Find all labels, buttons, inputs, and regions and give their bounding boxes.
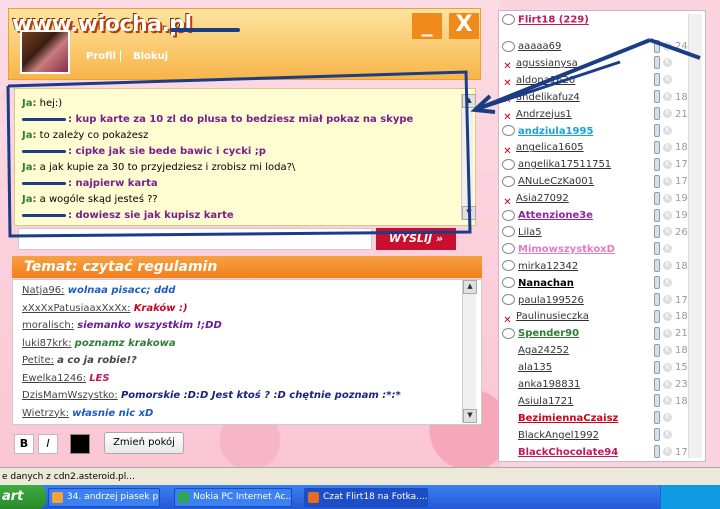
annotation-line bbox=[474, 60, 621, 112]
annotation-overlay bbox=[6, 38, 701, 238]
annotation-line bbox=[649, 38, 701, 60]
annotation-box bbox=[6, 70, 472, 238]
annotation-arrow bbox=[474, 38, 651, 112]
